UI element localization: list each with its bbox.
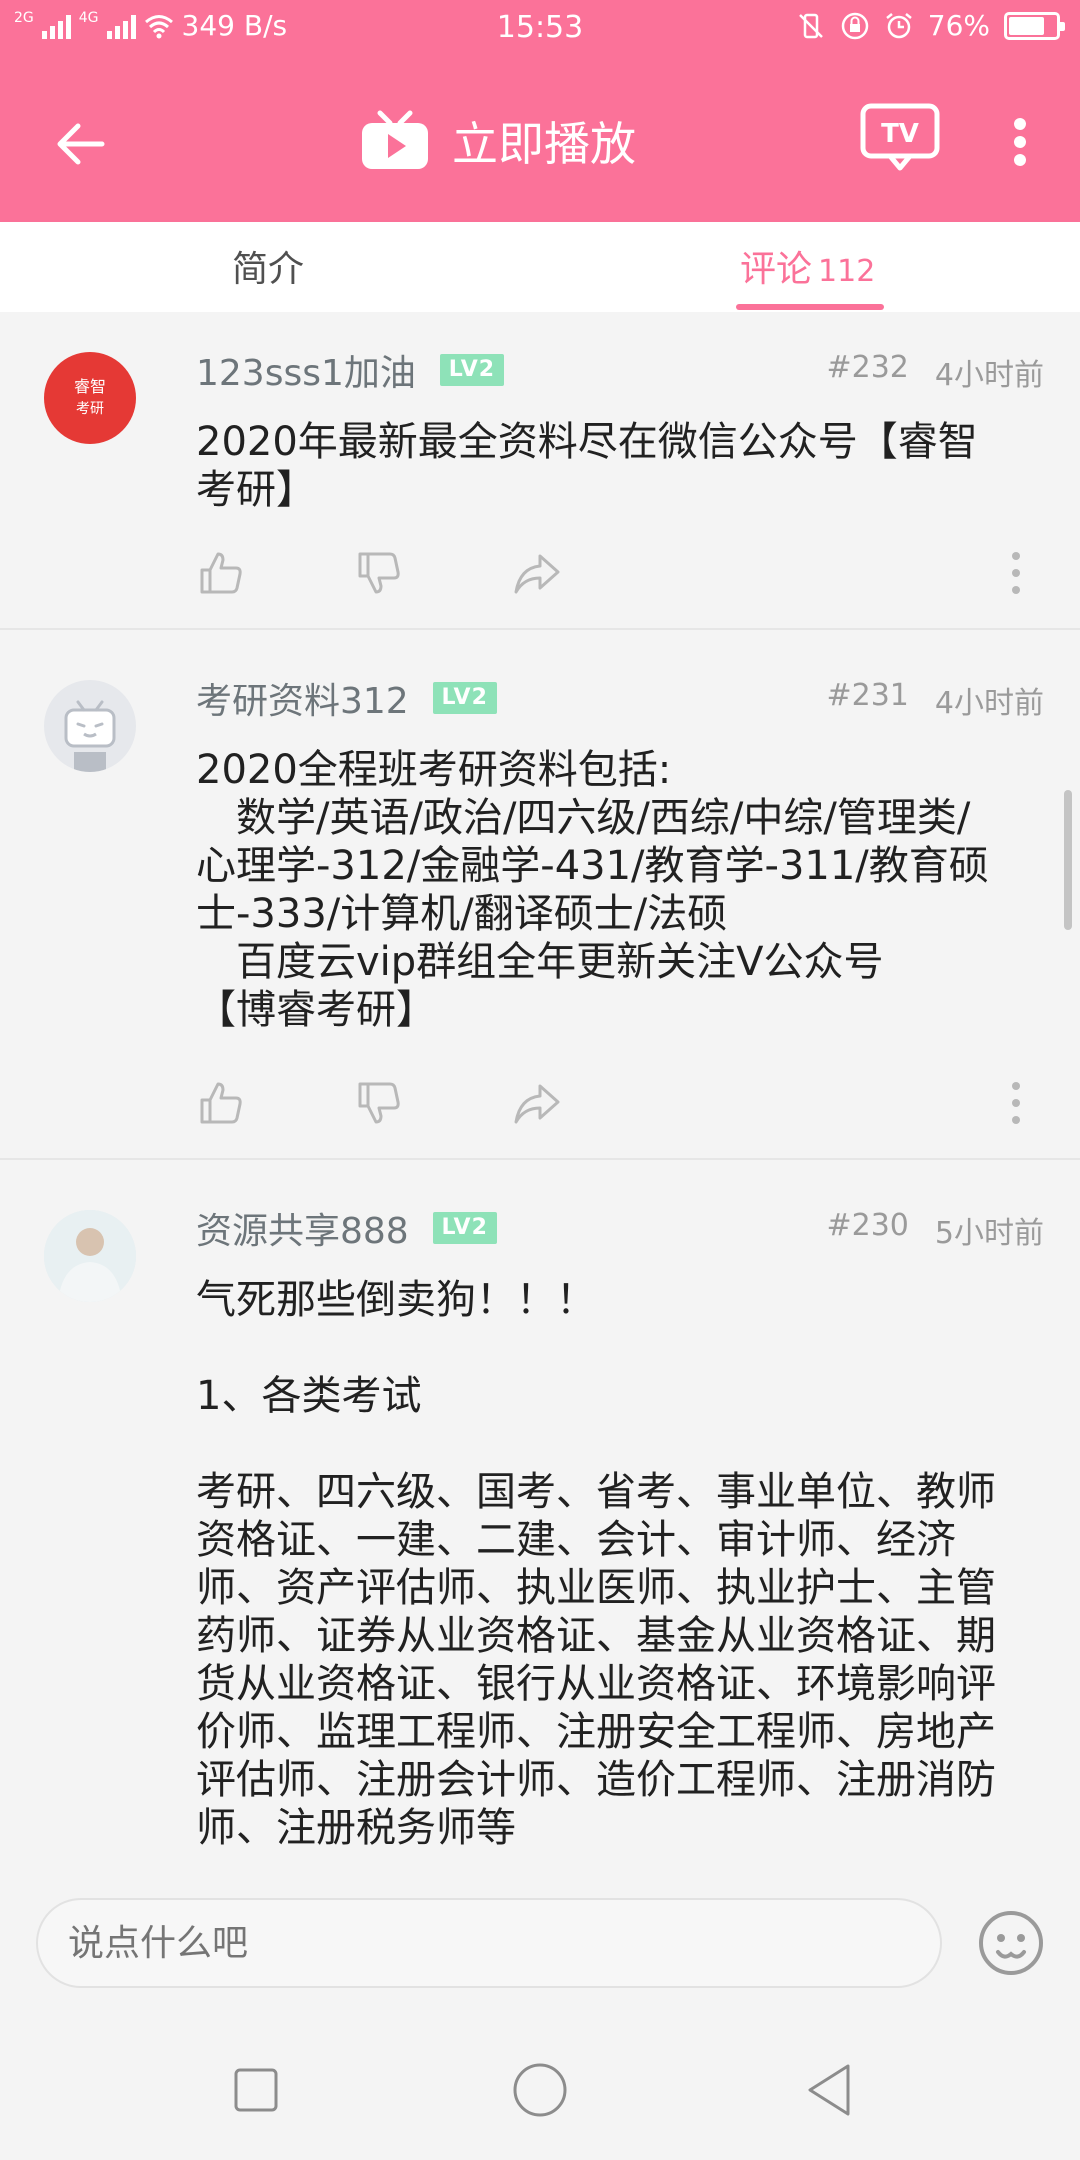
avatar[interactable]: 睿智 考研 bbox=[44, 352, 136, 444]
comment-line: 资格证、一建、二建、会计、审计师、经济 bbox=[196, 1517, 956, 1563]
level-badge: LV2 bbox=[432, 1212, 497, 1244]
like-icon[interactable] bbox=[196, 1078, 246, 1128]
more-vertical-icon[interactable] bbox=[996, 1078, 1036, 1128]
comment-input[interactable] bbox=[36, 1898, 942, 1988]
comment-author[interactable]: 考研资料312 LV2 bbox=[196, 672, 497, 724]
avatar[interactable] bbox=[44, 680, 136, 772]
battery-percent: 76% bbox=[927, 9, 990, 42]
scrollbar[interactable] bbox=[1064, 790, 1072, 930]
tab-indicator bbox=[736, 304, 884, 310]
username: 资源共享888 bbox=[196, 1211, 409, 1252]
comment-time: 5小时前 bbox=[934, 1216, 1044, 1251]
dislike-icon[interactable] bbox=[354, 1078, 404, 1128]
home-icon[interactable] bbox=[510, 2060, 570, 2120]
comment-line: 评估师、注册会计师、造价工程师、注册消防 bbox=[196, 1757, 996, 1803]
username: 考研资料312 bbox=[196, 681, 409, 722]
share-icon[interactable] bbox=[512, 1078, 562, 1128]
comment-text: 2020全程班考研资料包括: 数学/英语/政治/四六级/西综/中综/管理类/ 心… bbox=[196, 746, 1046, 1034]
comment-line bbox=[196, 1324, 1046, 1372]
more-vertical-icon[interactable] bbox=[996, 548, 1036, 598]
nav-back-icon[interactable] bbox=[800, 2060, 860, 2120]
comment-actions bbox=[196, 548, 1046, 598]
comment-input-bar bbox=[0, 1864, 1080, 2016]
comment-text: 2020年最新最全资料尽在微信公众号【睿智 考研】 bbox=[196, 418, 1046, 514]
comment-line: 心理学-312/金融学-431/教育学-311/教育硕 bbox=[196, 843, 989, 889]
floor-number: #232 bbox=[826, 350, 909, 385]
tab-bar: 简介 评论 112 bbox=[0, 222, 1080, 312]
alarm-icon bbox=[885, 12, 912, 38]
comment-line: 价师、监理工程师、注册安全工程师、房地产 bbox=[196, 1709, 996, 1755]
tab-comments-label: 评论 bbox=[740, 249, 813, 290]
status-bar: 2G 4G 349 B/s 15:53 76% bbox=[0, 0, 1080, 56]
comment-count: 112 bbox=[818, 254, 876, 289]
comment-list[interactable]: 睿智 考研 123sss1加油 LV2 #232 4小时前 2020年最新最全资… bbox=[0, 312, 1080, 1864]
comment-time: 4小时前 bbox=[934, 358, 1044, 393]
avatar-text-2: 考研 bbox=[76, 401, 104, 417]
back-button[interactable] bbox=[40, 104, 120, 184]
tv-play-icon bbox=[362, 110, 428, 169]
comment-line: 1、各类考试 bbox=[196, 1373, 422, 1419]
comment-line: 考研】 bbox=[196, 467, 316, 513]
play-now-button[interactable]: 立即播放 bbox=[360, 96, 636, 186]
level-badge: LV2 bbox=[439, 354, 504, 386]
battery-icon bbox=[1004, 11, 1065, 40]
comment-item: 睿智 考研 123sss1加油 LV2 #232 4小时前 2020年最新最全资… bbox=[0, 312, 1080, 630]
like-icon[interactable] bbox=[196, 548, 246, 598]
tab-comments[interactable]: 评论 112 bbox=[740, 240, 875, 292]
comment-item: 考研资料312 LV2 #231 4小时前 2020全程班考研资料包括: 数学/… bbox=[0, 630, 1080, 1160]
comment-line: 货从业资格证、银行从业资格证、环境影响评 bbox=[196, 1661, 996, 1707]
comment-line: 士-333/计算机/翻译硕士/法硕 bbox=[196, 891, 728, 937]
default-avatar-icon bbox=[64, 700, 116, 772]
user-photo-icon bbox=[44, 1210, 136, 1302]
comment-line: 百度云vip群组全年更新关注V公众号 bbox=[196, 939, 884, 985]
avatar-text-1: 睿智 bbox=[73, 377, 106, 396]
status-right: 76% bbox=[796, 9, 1065, 42]
back-arrow-icon bbox=[57, 123, 105, 165]
comment-line: 【博睿考研】 bbox=[196, 987, 436, 1033]
comment-text: 气死那些倒卖狗！！！ 1、各类考试 考研、四六级、国考、省考、事业单位、教师 资… bbox=[196, 1276, 1046, 1852]
comment-line bbox=[196, 1420, 1046, 1468]
play-now-label: 立即播放 bbox=[452, 117, 636, 171]
cast-button[interactable]: TV bbox=[860, 102, 940, 178]
comment-line: 数学/英语/政治/四六级/西综/中综/管理类/ bbox=[196, 795, 971, 841]
avatar[interactable] bbox=[44, 1210, 136, 1302]
app-bar: 立即播放 TV bbox=[0, 56, 1080, 222]
comment-line: 2020全程班考研资料包括: bbox=[196, 747, 672, 793]
more-options-button[interactable] bbox=[990, 102, 1050, 182]
recents-icon[interactable] bbox=[226, 2060, 286, 2120]
comment-item: 资源共享888 LV2 #230 5小时前 气死那些倒卖狗！！！ 1、各类考试 … bbox=[0, 1160, 1080, 1864]
comment-meta: #230 5小时前 bbox=[827, 1208, 1045, 1252]
comment-author[interactable]: 123sss1加油 LV2 bbox=[196, 344, 504, 396]
level-badge: LV2 bbox=[432, 682, 497, 714]
floor-number: #231 bbox=[826, 678, 909, 713]
share-icon[interactable] bbox=[512, 548, 562, 598]
cast-tv-icon: TV bbox=[860, 103, 940, 171]
comment-line: 药师、证券从业资格证、基金从业资格证、期 bbox=[196, 1613, 996, 1659]
comment-line: 师、注册税务师等 bbox=[196, 1805, 516, 1851]
dislike-icon[interactable] bbox=[354, 548, 404, 598]
system-nav-bar bbox=[0, 2016, 1080, 2160]
emoji-icon[interactable] bbox=[976, 1908, 1046, 1978]
comment-actions bbox=[196, 1078, 1046, 1128]
floor-number: #230 bbox=[826, 1208, 909, 1243]
comment-meta: #232 4小时前 bbox=[827, 350, 1045, 394]
username: 123sss1加油 bbox=[196, 353, 416, 394]
comment-line: 师、资产评估师、执业医师、执业护士、主管 bbox=[196, 1565, 996, 1611]
battery-fill bbox=[1009, 16, 1044, 35]
comment-line: 2020年最新最全资料尽在微信公众号【睿智 bbox=[196, 419, 978, 465]
tab-intro[interactable]: 简介 bbox=[232, 240, 304, 292]
comment-line: 考研、四六级、国考、省考、事业单位、教师 bbox=[196, 1469, 996, 1515]
tv-label: TV bbox=[881, 119, 919, 149]
comment-line: 气死那些倒卖狗！！！ bbox=[196, 1277, 596, 1323]
comment-time: 4小时前 bbox=[934, 686, 1044, 721]
vibrate-mute-icon bbox=[798, 13, 823, 38]
comment-meta: #231 4小时前 bbox=[827, 678, 1045, 722]
header: 2G 4G 349 B/s 15:53 76% 立即播放 TV bbox=[0, 0, 1080, 222]
rotation-lock-icon bbox=[841, 12, 869, 39]
comment-author[interactable]: 资源共享888 LV2 bbox=[196, 1202, 497, 1254]
more-vertical-icon bbox=[1014, 118, 1026, 166]
